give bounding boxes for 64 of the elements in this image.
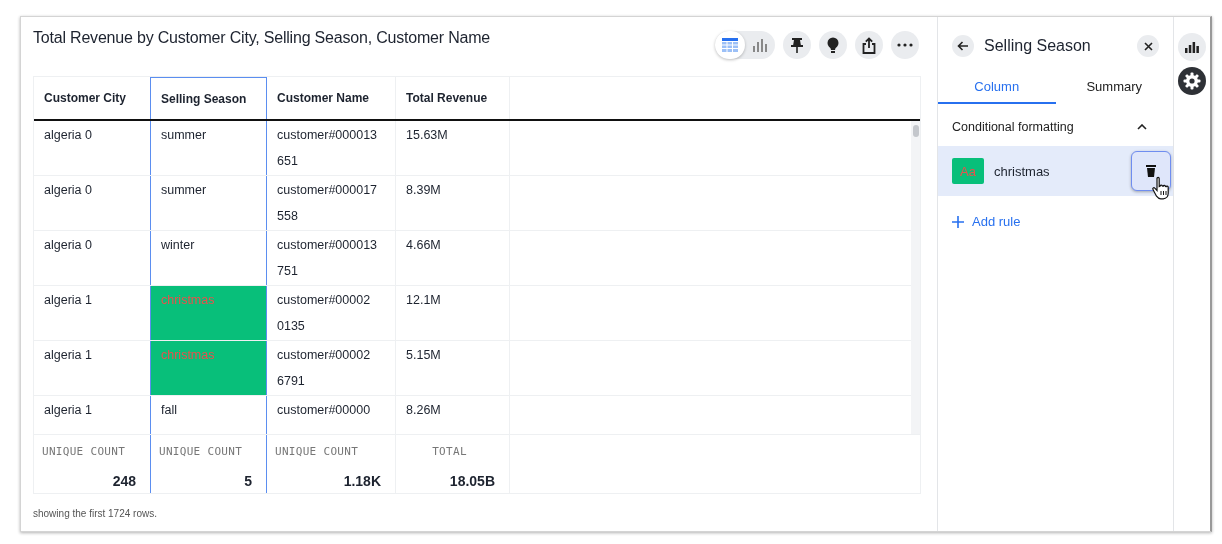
table-cell: algeria 0 bbox=[34, 176, 151, 230]
delete-button[interactable] bbox=[1131, 151, 1171, 191]
summary-label: UNIQUE COUNT bbox=[42, 445, 127, 458]
more-button[interactable] bbox=[891, 31, 919, 59]
table-cell: 8.26M bbox=[396, 396, 510, 434]
close-button[interactable] bbox=[1137, 35, 1159, 57]
settings-button[interactable] bbox=[1178, 67, 1206, 95]
summary-label: TOTAL bbox=[432, 445, 467, 458]
scrollbar-thumb[interactable] bbox=[912, 125, 919, 137]
gear-icon bbox=[1183, 72, 1201, 90]
table-cell: 12.1M bbox=[396, 286, 510, 340]
column-header[interactable]: Total Revenue bbox=[396, 77, 510, 119]
panel-tab[interactable]: Summary bbox=[1055, 70, 1173, 104]
table-cell: algeria 0 bbox=[34, 121, 151, 175]
chart-title: Total Revenue by Customer City, Selling Season, Customer Name bbox=[33, 29, 491, 47]
bar-chart-icon bbox=[752, 38, 768, 52]
back-button[interactable] bbox=[952, 35, 974, 57]
column-header[interactable]: Customer City bbox=[34, 77, 151, 119]
panel-title: Selling Season bbox=[984, 37, 1092, 55]
rule-label: christmas bbox=[994, 163, 1051, 179]
summary-value: 1.18K bbox=[343, 473, 381, 489]
table-cell: 8.39M bbox=[396, 176, 510, 230]
share-button[interactable] bbox=[855, 31, 883, 59]
bar-chart-icon bbox=[1185, 41, 1199, 53]
add-rule-button[interactable]: Add rule bbox=[952, 214, 1021, 229]
lightbulb-button[interactable] bbox=[819, 31, 847, 59]
table-cell: christmas bbox=[150, 341, 267, 395]
close-icon bbox=[1143, 41, 1153, 51]
column-header[interactable]: Selling Season bbox=[150, 77, 267, 119]
chevron-icon bbox=[1137, 124, 1147, 130]
panel-tab[interactable]: Column bbox=[938, 70, 1056, 104]
back-arrow-icon bbox=[957, 41, 969, 51]
table-cell: 4.66M bbox=[396, 231, 510, 285]
table-cell: summer bbox=[150, 121, 267, 175]
plus-icon bbox=[952, 215, 964, 228]
column-header[interactable]: Customer Name bbox=[267, 77, 396, 119]
section-header[interactable]: Conditional formatting bbox=[938, 112, 1173, 142]
table-cell: algeria 1 bbox=[34, 396, 151, 434]
table-cell: 5.15M bbox=[396, 341, 510, 395]
table-cell: customer#00000 bbox=[267, 396, 396, 434]
table-view-button[interactable] bbox=[715, 31, 745, 59]
hand-cursor-icon bbox=[1151, 176, 1171, 200]
summary-value: 18.05B bbox=[449, 473, 495, 489]
summary-value: 248 bbox=[112, 473, 136, 489]
table-cell: winter bbox=[150, 231, 267, 285]
share-icon bbox=[862, 36, 876, 54]
table-cell: fall bbox=[150, 396, 267, 434]
trash-icon bbox=[1146, 165, 1156, 177]
summary-value: 5 bbox=[244, 473, 252, 489]
summary-label: UNIQUE COUNT bbox=[275, 445, 360, 458]
table-cell: algeria 0 bbox=[34, 231, 151, 285]
format-preview: Aa bbox=[952, 158, 984, 184]
pin-icon bbox=[790, 37, 804, 53]
summary-label: UNIQUE COUNT bbox=[159, 445, 244, 458]
table-cell: 15.63M bbox=[396, 121, 510, 175]
lightbulb-icon bbox=[827, 36, 839, 54]
more-icon bbox=[897, 43, 913, 47]
table-cell: christmas bbox=[150, 286, 267, 340]
table-cell: summer bbox=[150, 176, 267, 230]
view-toggle[interactable] bbox=[715, 31, 775, 59]
table-icon bbox=[722, 38, 738, 52]
pin-button[interactable] bbox=[783, 31, 811, 59]
chart-settings-button[interactable] bbox=[1178, 33, 1206, 61]
row-count-note: showing the first 1724 rows. bbox=[33, 508, 158, 519]
